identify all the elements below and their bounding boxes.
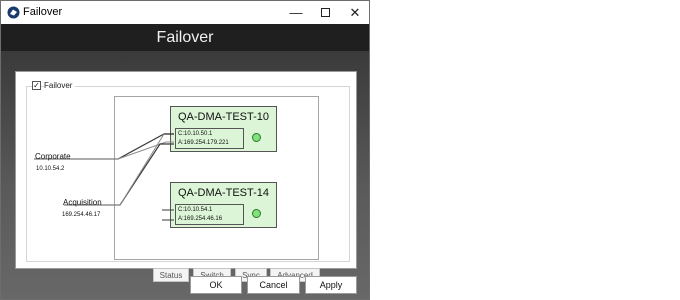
failover-panel: ✓ Failover QA-DMA-TEST-10 C:10.10.50.1 A…: [15, 71, 357, 282]
apply-button[interactable]: Apply: [305, 276, 357, 294]
maximize-icon[interactable]: [310, 1, 340, 24]
status-button[interactable]: Status: [153, 268, 189, 282]
network-connection-lines: [34, 133, 174, 221]
failover-app-icon: [7, 6, 20, 19]
cancel-button[interactable]: Cancel: [247, 276, 300, 294]
window-title: Failover: [23, 6, 63, 18]
network-name-corporate: Corporate: [35, 152, 71, 161]
network-ip-acquisition: 169.254.46.17: [62, 212, 101, 218]
failover-window: Failover — ✕ Failover ✓ Failover QA-DMA-…: [0, 0, 370, 300]
close-icon[interactable]: ✕: [340, 1, 369, 24]
page-title: Failover: [1, 24, 369, 51]
network-name-acquisition: Acquisition: [63, 198, 102, 207]
maximize-box: [320, 8, 330, 17]
minimize-icon[interactable]: —: [281, 1, 311, 24]
network-ip-corporate: 10.10.54.2: [36, 166, 65, 172]
title-bar: Failover — ✕: [1, 1, 369, 24]
ok-button[interactable]: OK: [190, 276, 242, 294]
